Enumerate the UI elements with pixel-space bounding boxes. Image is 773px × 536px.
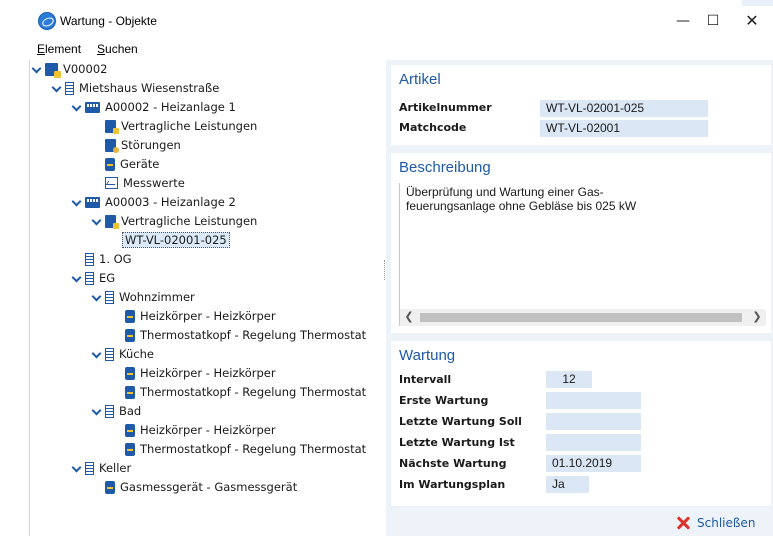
tree-node[interactable]: Wohnzimmer (92, 288, 195, 306)
letzte-wartung-soll-field[interactable] (546, 413, 641, 430)
chevron-down-icon[interactable] (52, 83, 62, 93)
tree-node[interactable]: Geräte (92, 155, 488, 229)
tree-node-selected[interactable]: WT-VL-02001-025 (122, 231, 230, 249)
chevron-down-icon[interactable] (92, 292, 102, 302)
naechste-wartung-label: Nächste Wartung (399, 457, 507, 470)
tree-node[interactable]: Mietshaus Wiesenstraße (52, 79, 219, 97)
tree-node[interactable]: V00002 (32, 60, 107, 78)
building-icon (105, 347, 114, 361)
device-icon (125, 328, 135, 342)
tree-node[interactable]: Störungen (92, 136, 488, 210)
close-window-button[interactable]: ✕ (732, 8, 772, 34)
chevron-down-icon[interactable] (32, 64, 42, 74)
artikel-panel: Artikel Artikelnummer WT-VL-02001-025 Ma… (391, 65, 771, 145)
tree-node[interactable]: Küche (92, 345, 154, 363)
window-title: Wartung - Objekte (60, 14, 157, 28)
wartungsplan-label: Im Wartungsplan (399, 478, 506, 491)
scroll-left-icon[interactable]: ❮ (402, 309, 416, 326)
beschreibung-textarea[interactable]: Überprüfung und Wartung einer Gas- feuer… (399, 183, 766, 326)
menu-bar: Element Suchen (0, 40, 773, 60)
wartung-panel: Wartung Intervall 12 Erste Wartung Letzt… (391, 341, 771, 506)
tree-node[interactable]: Heizkörper - Heizkörper (112, 307, 276, 325)
tree-node[interactable]: Heizkörper - Heizkörper (112, 421, 276, 439)
device-icon (105, 157, 115, 171)
device-icon (125, 423, 135, 437)
tree-node[interactable]: Messwerte (92, 174, 488, 248)
erste-wartung-field[interactable] (546, 392, 641, 409)
tree-node[interactable]: Gasmessgerät - Gasmessgerät (92, 478, 297, 496)
schliessen-button[interactable]: Schließen (676, 516, 755, 530)
tree-node[interactable]: Thermostatkopf - Regelung Thermostat (112, 440, 366, 458)
tree-node[interactable]: 1. OG (72, 250, 132, 268)
fault-icon (105, 138, 119, 153)
measure-icon (105, 177, 118, 189)
tree-node[interactable]: A00003 - Heizanlage 2 (72, 193, 236, 211)
letzte-wartung-ist-field[interactable] (546, 434, 641, 451)
device-icon (125, 366, 135, 380)
beschreibung-panel: Beschreibung Überprüfung und Wartung ein… (391, 153, 771, 333)
tree-node[interactable]: A00002 - Heizanlage 1 (72, 98, 236, 116)
app-icon (38, 12, 56, 30)
tree-node[interactable]: Heizkörper - Heizkörper (112, 364, 276, 382)
title-bar: Wartung - Objekte — ☐ ✕ (0, 0, 773, 40)
device-icon (105, 480, 115, 494)
scrollbar-thumb[interactable] (420, 313, 742, 322)
menu-suchen[interactable]: Suchen (97, 42, 138, 56)
device-icon (125, 442, 135, 456)
chevron-down-icon[interactable] (92, 406, 102, 416)
contract-icon (105, 214, 119, 229)
device-icon (125, 309, 135, 323)
corner-tab (742, 0, 773, 6)
beschreibung-text: Überprüfung und Wartung einer Gas- feuer… (406, 185, 637, 213)
building-icon (105, 404, 114, 418)
letzte-wartung-soll-label: Letzte Wartung Soll (399, 415, 522, 428)
tree-node[interactable]: Vertragliche Leistungen (92, 212, 257, 230)
maximize-button[interactable]: ☐ (693, 8, 733, 34)
plant-icon (85, 196, 100, 208)
intervall-field[interactable]: 12 (546, 371, 592, 388)
artikel-title: Artikel (399, 71, 441, 88)
tree-node[interactable]: Thermostatkopf - Regelung Thermostat (112, 383, 366, 401)
close-icon (676, 516, 690, 530)
artikelnummer-field[interactable]: WT-VL-02001-025 (540, 100, 708, 117)
tree-node[interactable]: EG (72, 269, 115, 287)
matchcode-label: Matchcode (399, 121, 467, 134)
building-icon (85, 252, 94, 266)
object-tree[interactable]: V00002 Mietshaus Wiesenstraße A00002 - H… (30, 60, 488, 536)
building-icon (85, 271, 94, 285)
beschreibung-title: Beschreibung (399, 159, 491, 176)
tree-node[interactable]: Bad (92, 402, 141, 420)
chevron-down-icon[interactable] (72, 463, 82, 473)
letzte-wartung-ist-label: Letzte Wartung Ist (399, 436, 515, 449)
matchcode-field[interactable]: WT-VL-02001 (540, 120, 708, 137)
chevron-down-icon[interactable] (72, 273, 82, 283)
wartungsplan-field[interactable]: Ja (546, 476, 589, 493)
building-icon (85, 461, 94, 475)
tree-node[interactable]: Thermostatkopf - Regelung Thermostat (112, 326, 366, 344)
intervall-label: Intervall (399, 373, 452, 386)
artikelnummer-label: Artikelnummer (399, 101, 492, 114)
building-icon (105, 290, 114, 304)
detail-pane: Artikel Artikelnummer WT-VL-02001-025 Ma… (386, 60, 773, 536)
chevron-down-icon[interactable] (92, 216, 102, 226)
chevron-down-icon[interactable] (72, 102, 82, 112)
tree-node[interactable]: Keller (72, 459, 131, 477)
scroll-right-icon[interactable]: ❯ (750, 309, 764, 326)
menu-element[interactable]: Element (37, 42, 81, 56)
building-icon (65, 81, 74, 95)
chevron-down-icon[interactable] (72, 197, 82, 207)
device-icon (125, 385, 135, 399)
object-folder-icon (45, 62, 61, 78)
erste-wartung-label: Erste Wartung (399, 394, 489, 407)
wartung-title: Wartung (399, 347, 456, 364)
chevron-down-icon[interactable] (92, 349, 102, 359)
horizontal-scrollbar[interactable]: ❮ ❯ (400, 309, 766, 326)
plant-icon (85, 101, 100, 113)
contract-icon (105, 119, 119, 134)
schliessen-label: Schließen (697, 516, 756, 530)
tree-node[interactable]: Vertragliche Leistungen (92, 117, 488, 191)
naechste-wartung-field[interactable]: 01.10.2019 (546, 455, 641, 472)
